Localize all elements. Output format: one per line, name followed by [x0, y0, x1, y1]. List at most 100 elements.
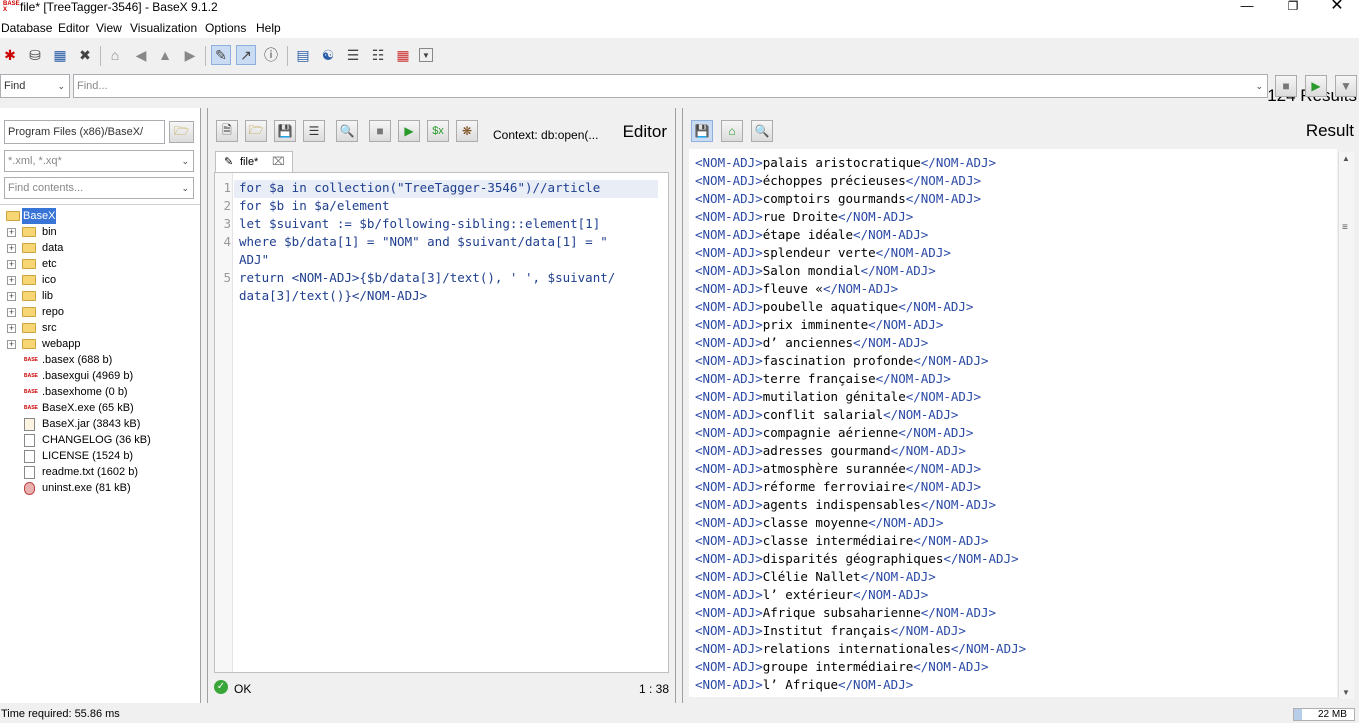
menu-view[interactable]: View	[96, 21, 122, 35]
expand-icon[interactable]: +	[7, 244, 16, 253]
filter-button[interactable]: ▼	[1335, 75, 1357, 97]
expand-icon[interactable]: +	[7, 276, 16, 285]
result-value: compagnie aérienne	[762, 425, 899, 440]
up-icon[interactable]: ▲	[155, 45, 175, 65]
expand-icon[interactable]: +	[7, 308, 16, 317]
tree-view-icon[interactable]: ☯	[318, 45, 338, 65]
search-icon[interactable]: 🔍	[336, 120, 358, 142]
choose-folder-button[interactable]: 🗁	[169, 121, 194, 143]
expand-icon[interactable]: +	[7, 340, 16, 349]
tree-item[interactable]: uninst.exe (81 kB)	[0, 480, 200, 496]
save-result-button[interactable]: 💾	[691, 120, 713, 142]
folder-view-icon[interactable]: ☰	[343, 45, 363, 65]
scroll-up-icon[interactable]: ▲	[1342, 154, 1350, 163]
expand-icon[interactable]: +	[7, 260, 16, 269]
expand-icon[interactable]: +	[7, 324, 16, 333]
open-tag: <NOM-ADJ>	[695, 461, 763, 476]
open-tag: <NOM-ADJ>	[695, 605, 763, 620]
debug-icon[interactable]: ❋	[456, 120, 478, 142]
folder-icon	[22, 291, 36, 301]
run-find-button[interactable]: ▶	[1305, 75, 1327, 97]
plot-view-icon[interactable]: ☷	[368, 45, 388, 65]
open-tag: <NOM-ADJ>	[695, 281, 763, 296]
folder-icon	[22, 243, 36, 253]
tree-item[interactable]: + ico	[0, 272, 200, 288]
home-icon[interactable]: ⌂	[105, 45, 125, 65]
home-icon[interactable]: ⌂	[721, 120, 743, 142]
file-filter-input[interactable]: *.xml, *.xq* ⌄	[4, 150, 194, 172]
run-button[interactable]: ▶	[398, 120, 420, 142]
tree-item[interactable]: + repo	[0, 304, 200, 320]
menu-database[interactable]: Database	[1, 21, 52, 35]
more-views-dropdown-icon[interactable]: ▼	[419, 48, 433, 62]
tree-item[interactable]: + src	[0, 320, 200, 336]
result-view[interactable]: <NOM-ADJ>palais aristocratique</NOM-ADJ>…	[689, 149, 1337, 697]
memory-bar[interactable]: 22 MB	[1293, 708, 1355, 721]
search-icon[interactable]: 🔍	[751, 120, 773, 142]
code-line: for $b in $a/element	[239, 198, 390, 213]
result-toggle-icon[interactable]: ↗	[236, 45, 256, 65]
find-mode-select[interactable]: Find ⌄	[0, 74, 70, 98]
close-tag: </NOM-ADJ>	[905, 389, 981, 404]
tree-item[interactable]: BaseX.jar (3843 kB)	[0, 416, 200, 432]
minimize-icon[interactable]: —	[1224, 0, 1270, 16]
tree-item[interactable]: BASE .basex (688 b)	[0, 352, 200, 368]
editor-toggle-icon[interactable]: ✎	[211, 45, 231, 65]
restore-icon[interactable]: ❐	[1270, 0, 1316, 16]
tree-item[interactable]: BaseX	[0, 208, 200, 224]
open-database-icon[interactable]: ⛁	[25, 45, 45, 65]
tree-item[interactable]: BASE BaseX.exe (65 kB)	[0, 400, 200, 416]
result-value: comptoirs gourmands	[762, 191, 906, 206]
close-tab-icon[interactable]: ⌧	[272, 155, 285, 168]
history-button[interactable]: ☰	[303, 120, 325, 142]
memory-usage: 22 MB	[1318, 709, 1347, 720]
save-file-button[interactable]: 💾	[274, 120, 296, 142]
close-icon[interactable]: ✕	[1314, 0, 1359, 16]
forward-icon[interactable]: ▶	[180, 45, 200, 65]
menu-editor[interactable]: Editor	[58, 21, 89, 35]
result-scrollbar[interactable]: ▲ ≡ ▼	[1338, 152, 1354, 699]
find-contents-input[interactable]: Find contents... ⌄	[4, 177, 194, 199]
tree-item[interactable]: BASE .basexhome (0 b)	[0, 384, 200, 400]
variables-button[interactable]: $x	[427, 120, 449, 142]
map-view-icon[interactable]: ▤	[293, 45, 313, 65]
info-icon[interactable]: ⓘ	[261, 45, 281, 65]
project-path-select[interactable]: Program Files (x86)/BaseX/	[4, 120, 165, 144]
tree-item[interactable]: LICENSE (1524 b)	[0, 448, 200, 464]
result-line: <NOM-ADJ>mutilation génitale</NOM-ADJ>	[695, 388, 1026, 406]
tree-item[interactable]: + etc	[0, 256, 200, 272]
menu-options[interactable]: Options	[205, 21, 246, 35]
tree-item[interactable]: + bin	[0, 224, 200, 240]
find-input[interactable]: Find... ⌄	[73, 74, 1268, 98]
scroll-down-icon[interactable]: ▼	[1342, 688, 1350, 697]
stop-find-button[interactable]: ■	[1275, 75, 1297, 97]
scroll-grip-icon[interactable]: ≡	[1342, 222, 1348, 233]
tree-item[interactable]: + webapp	[0, 336, 200, 352]
tree-item[interactable]: + lib	[0, 288, 200, 304]
back-icon[interactable]: ◀	[131, 45, 151, 65]
stop-button[interactable]: ■	[369, 120, 391, 142]
expand-icon[interactable]: +	[7, 228, 16, 237]
tree-item[interactable]: CHANGELOG (36 kB)	[0, 432, 200, 448]
code-editor[interactable]: 1 for $a in collection("TreeTagger-3546")…	[214, 172, 669, 673]
tree-item-label: .basexhome (0 b)	[42, 386, 128, 398]
tab-file[interactable]: ✎ file* ⌧	[215, 151, 293, 173]
result-line: <NOM-ADJ>fascination profonde</NOM-ADJ>	[695, 352, 1026, 370]
table-view-icon[interactable]: ▦	[393, 45, 413, 65]
new-file-button[interactable]: 🗎	[216, 120, 238, 142]
close-database-icon[interactable]: ✖	[75, 45, 95, 65]
close-tag: </NOM-ADJ>	[860, 569, 936, 584]
result-value: Institut français	[762, 623, 891, 638]
find-contents-placeholder: Find contents...	[8, 182, 84, 194]
menu-visualization[interactable]: Visualization	[130, 21, 197, 35]
tree-item[interactable]: + data	[0, 240, 200, 256]
open-tag: <NOM-ADJ>	[695, 299, 763, 314]
expand-icon[interactable]: +	[7, 292, 16, 301]
tree-item-label: src	[42, 322, 57, 334]
properties-icon[interactable]: ▦	[50, 45, 70, 65]
open-file-button[interactable]: 🗁	[245, 120, 267, 142]
tree-item[interactable]: BASE .basexgui (4969 b)	[0, 368, 200, 384]
new-database-icon[interactable]: ✱	[0, 45, 20, 65]
tree-item[interactable]: readme.txt (1602 b)	[0, 464, 200, 480]
menu-help[interactable]: Help	[256, 21, 281, 35]
